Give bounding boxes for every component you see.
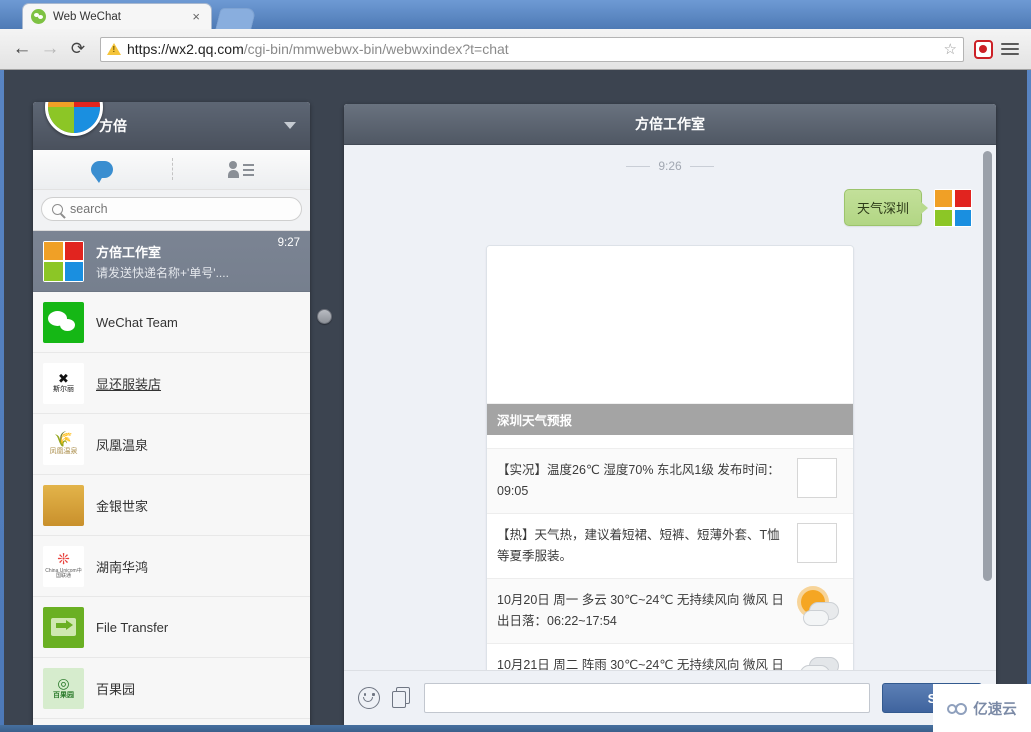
chat-name: File Transfer: [96, 619, 169, 635]
search-icon: [52, 203, 63, 215]
browser-tabstrip: Web WeChat ×: [0, 0, 1031, 29]
hamburger-menu-icon[interactable]: [1001, 43, 1019, 55]
sidebar: 方倍 search 方倍工作室 请发送快递名称+'单号'.... 9:27 We…: [33, 102, 310, 725]
chat-time: 9:27: [277, 237, 300, 249]
close-icon[interactable]: ×: [189, 10, 203, 23]
baiguoyuan-logo-avatar: ◎ 百果园: [43, 667, 84, 709]
list-item[interactable]: 方倍工作室 请发送快递名称+'单号'.... 9:27: [33, 231, 310, 292]
blank-image-icon: [797, 523, 843, 569]
shop-logo-avatar: ✖ 斯尔丽: [43, 362, 84, 404]
input-toolbar: S: [344, 670, 996, 725]
chat-name: 金银世家: [96, 498, 149, 514]
pinwheel-avatar[interactable]: [45, 102, 103, 136]
message-area: 9:26 天气深圳 深圳天气预报 【实况】温度26℃ 湿度70% 东北风1级 发…: [344, 145, 996, 670]
list-item[interactable]: ✖ 斯尔丽 显还服装店: [33, 353, 310, 414]
warning-triangle-icon: !: [107, 42, 121, 56]
card-spacer: [487, 435, 853, 449]
quad-color-avatar: [43, 240, 84, 282]
card-caption: 深圳天气预报: [487, 404, 853, 435]
time-divider: 9:26: [364, 159, 976, 173]
chat-header: 方倍工作室: [344, 104, 996, 145]
chat-name: 方倍工作室: [96, 244, 162, 260]
chat-name: 显还服装店: [96, 376, 162, 392]
browser-toolbar: ← → ⟳ ! https://wx2.qq.com/cgi-bin/mmweb…: [0, 29, 1031, 70]
rain-cloud-icon: [797, 653, 843, 670]
files-icon[interactable]: [392, 687, 412, 709]
avatar-caption: 斯尔丽: [53, 386, 74, 394]
chat-bubble-icon: [91, 161, 114, 183]
weather-row[interactable]: 10月21日 周二 阵雨 30℃~24℃ 无持续风向 微风 日出日落：06:22…: [487, 644, 853, 670]
message-input[interactable]: [424, 683, 870, 713]
weather-row-text: 【热】天气热，建议着短裙、短裤、短薄外套、T恤等夏季服装。: [497, 528, 780, 563]
weather-row[interactable]: 10月20日 周一 多云 30℃~24℃ 无持续风向 微风 日出日落：06:22…: [487, 579, 853, 644]
list-item[interactable]: 金银世家: [33, 475, 310, 536]
chat-panel: 方倍工作室 9:26 天气深圳 深圳天气预报 【实况】温度26℃ 湿度70% 东…: [344, 104, 996, 725]
url-text: https://wx2.qq.com/cgi-bin/mmwebwx-bin/w…: [127, 41, 509, 57]
forward-button[interactable]: →: [36, 35, 64, 63]
sidebar-tabs: [33, 150, 310, 190]
back-button[interactable]: ←: [8, 35, 36, 63]
blank-image-icon: [797, 458, 843, 504]
card-image-placeholder: [487, 246, 853, 404]
sun-cloud-icon: [797, 588, 843, 634]
divider-time: 9:26: [658, 159, 682, 173]
list-item[interactable]: File Transfer: [33, 597, 310, 658]
reload-button[interactable]: ⟳: [64, 35, 92, 63]
sidebar-tab-contacts[interactable]: [201, 160, 281, 179]
tab-title: Web WeChat: [53, 10, 121, 23]
weather-row[interactable]: 【实况】温度26℃ 湿度70% 东北风1级 发布时间：09:05: [487, 449, 853, 514]
weather-row-text: 10月21日 周二 阵雨 30℃~24℃ 无持续风向 微风 日出日落：06:22…: [497, 658, 784, 670]
panel-resize-handle[interactable]: [317, 309, 332, 324]
browser-window: Web WeChat × ← → ⟳ ! https://wx2.qq.com/…: [0, 0, 1031, 732]
wechat-team-avatar: [43, 301, 84, 343]
avatar-caption: 百果园: [53, 691, 74, 699]
weather-row-text: 【实况】温度26℃ 湿度70% 东北风1级 发布时间：09:05: [497, 463, 780, 498]
chat-name: 凤凰温泉: [96, 437, 149, 453]
address-bar[interactable]: ! https://wx2.qq.com/cgi-bin/mmwebwx-bin…: [100, 36, 964, 62]
message-scrollbar[interactable]: [983, 151, 992, 581]
search-box[interactable]: [41, 197, 302, 221]
chat-snippet: 请发送快递名称+'单号'....: [96, 265, 229, 280]
wechat-icon: [31, 9, 46, 24]
contacts-icon: [227, 160, 254, 179]
weather-row-text: 10月20日 周一 多云 30℃~24℃ 无持续风向 微风 日出日落：06:22…: [497, 593, 784, 628]
bookmark-star-icon[interactable]: ☆: [944, 40, 957, 58]
list-item[interactable]: ❊ China Unicom中国联通 湖南华鸿: [33, 536, 310, 597]
page-content: 方倍 search 方倍工作室 请发送快递名称+'单号'.... 9:27 We…: [4, 70, 1027, 725]
user-name: 方倍: [99, 118, 127, 134]
list-item[interactable]: ◎ 百果园 百果园: [33, 658, 310, 719]
new-tab-button[interactable]: [215, 8, 257, 29]
outgoing-message: 天气深圳: [364, 189, 976, 227]
search-input[interactable]: [70, 202, 291, 216]
gold-logo-avatar: [43, 484, 84, 526]
weather-row[interactable]: 【热】天气热，建议着短裙、短裤、短薄外套、T恤等夏季服装。: [487, 514, 853, 579]
chat-name: 百果园: [96, 681, 136, 697]
chat-title: 方倍工作室: [635, 116, 705, 132]
watermark-text: 亿速云: [973, 701, 1017, 718]
search-container: [33, 190, 310, 231]
chat-name: WeChat Team: [96, 314, 178, 330]
avatar-caption: China Unicom中国联通: [45, 567, 82, 580]
adblock-icon[interactable]: [974, 39, 993, 59]
browser-tab[interactable]: Web WeChat ×: [22, 3, 212, 29]
message-bubble[interactable]: 天气深圳: [843, 189, 929, 226]
list-item[interactable]: 🌾 凤凰温泉 凤凰温泉: [33, 414, 310, 475]
watermark: 亿速云: [933, 684, 1031, 732]
chat-name: 湖南华鸿: [96, 559, 149, 575]
chat-list[interactable]: 方倍工作室 请发送快递名称+'单号'.... 9:27 WeChat Team: [33, 231, 310, 725]
file-transfer-avatar: [43, 606, 84, 648]
cloud-icon: [947, 701, 969, 716]
avatar-caption: 凤凰温泉: [49, 448, 78, 456]
unicom-logo-avatar: ❊ China Unicom中国联通: [43, 545, 84, 587]
hotspring-logo-avatar: 🌾 凤凰温泉: [43, 423, 84, 465]
list-item[interactable]: WeChat Team: [33, 292, 310, 353]
sidebar-tab-chats[interactable]: [62, 161, 142, 183]
sidebar-header: 方倍: [33, 102, 310, 150]
weather-card[interactable]: 深圳天气预报 【实况】温度26℃ 湿度70% 东北风1级 发布时间：09:05 …: [486, 245, 854, 670]
chevron-down-icon[interactable]: [284, 122, 296, 129]
window-bottom-edge: [0, 725, 1031, 732]
smiley-icon[interactable]: [358, 687, 380, 709]
quad-color-avatar: [934, 189, 972, 227]
